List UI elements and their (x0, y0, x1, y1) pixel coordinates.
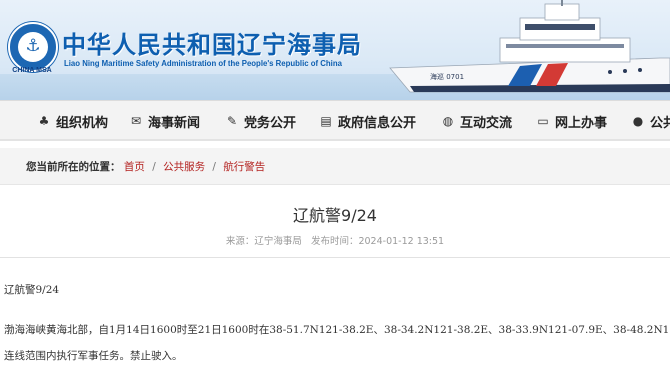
breadcrumb-nav-warnings[interactable]: 航行警告 (223, 161, 265, 173)
divider (0, 257, 670, 258)
site-subtitle: Liao Ning Maritime Safety Administration… (64, 59, 342, 68)
nav-item-label: 公共 (650, 115, 670, 131)
breadcrumb-public-services[interactable]: 公共服务 (163, 161, 205, 173)
nav-item-party-affairs[interactable]: ✎ 党务公开 (224, 111, 296, 131)
breadcrumb-bar: 您当前所在的位置： 首页 / 公共服务 / 航行警告 (0, 148, 670, 185)
nav-item-label: 网上办事 (555, 115, 608, 131)
service-icon: ● (632, 114, 644, 128)
emblem-label: CHINA MSA (12, 67, 52, 74)
org-chart-icon: ♣ (38, 114, 50, 128)
nav-item-gov-info[interactable]: ▤ 政府信息公开 (318, 111, 416, 131)
nav-item-news[interactable]: ✉ 海事新闻 (128, 111, 200, 131)
nav-item-label: 组织机构 (56, 115, 109, 131)
nav-item-label: 海事新闻 (148, 115, 201, 131)
news-icon: ✉ (130, 114, 142, 128)
article-source: 来源：辽宁海事局 (225, 236, 302, 247)
chat-icon: ◍ (442, 114, 454, 128)
monitor-icon: ▭ (537, 114, 549, 128)
article-meta: 来源：辽宁海事局 发布时间：2024-01-12 13:51 (0, 233, 670, 247)
site-header: ⚓ CHINA MSA 中华人民共和国辽宁海事局 Liao Ning Marit… (0, 0, 670, 100)
nav-item-label: 互动交流 (460, 115, 513, 131)
nav-item-public[interactable]: ● 公共 (630, 111, 670, 131)
nav-item-label: 党务公开 (244, 115, 297, 131)
pen-icon: ✎ (226, 114, 238, 128)
article-heading-line: 辽航警9/24 (4, 284, 60, 296)
site-title[interactable]: 中华人民共和国辽宁海事局 (62, 25, 362, 60)
patrol-ship-image: 海巡 0701 (389, 0, 670, 93)
ship-hull-text: 海巡 0701 (430, 72, 464, 81)
article-body-line-2: 连线范围内执行军事任务。禁止驶入。 (4, 350, 183, 362)
nav-item-online-services[interactable]: ▭ 网上办事 (535, 111, 607, 131)
nav-item-organization[interactable]: ♣ 组织机构 (36, 111, 108, 131)
breadcrumb: 您当前所在的位置： 首页 / 公共服务 / 航行警告 (26, 159, 265, 174)
msa-emblem-icon[interactable]: ⚓ (8, 22, 58, 72)
anchor-icon: ⚓ (25, 36, 41, 56)
breadcrumb-prefix: 您当前所在的位置： (26, 161, 121, 173)
document-icon: ▤ (320, 114, 332, 128)
breadcrumb-home[interactable]: 首页 (124, 161, 145, 173)
article-body-line-1: 渤海海峡黄海北部，自1月14日1600时至21日1600时在38-51.7N12… (4, 324, 670, 336)
article-title: 辽航警9/24 (293, 206, 377, 225)
nav-item-label: 政府信息公开 (338, 115, 417, 131)
main-navigation: ♣ 组织机构 ✉ 海事新闻 ✎ 党务公开 ▤ 政府信息公开 ◍ 互动交流 ▭ 网… (0, 100, 670, 141)
breadcrumb-separator: / (152, 161, 156, 173)
nav-item-interaction[interactable]: ◍ 互动交流 (440, 111, 512, 131)
breadcrumb-separator: / (212, 161, 216, 173)
article-published: 发布时间：2024-01-12 13:51 (310, 236, 445, 247)
